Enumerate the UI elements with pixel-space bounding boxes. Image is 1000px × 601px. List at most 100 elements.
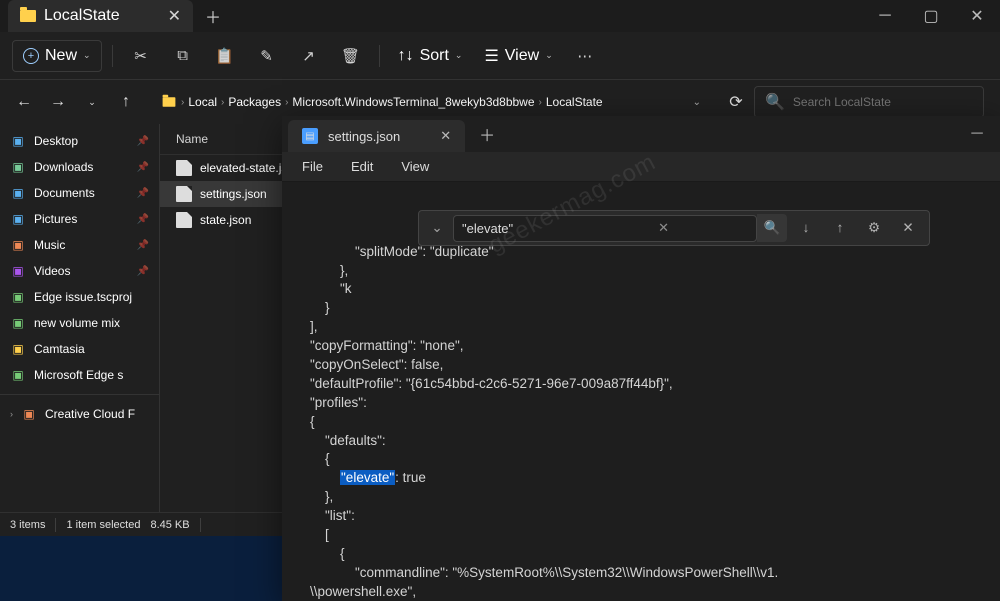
- sidebar-label: Videos: [34, 264, 70, 278]
- sidebar-label: Camtasia: [34, 342, 85, 356]
- chevron-right-icon: ›: [285, 97, 288, 108]
- new-button[interactable]: + New ⌄: [12, 40, 102, 72]
- sidebar-item[interactable]: ▣new volume mix: [0, 310, 159, 336]
- share-icon[interactable]: ↗: [291, 38, 327, 74]
- copy-icon[interactable]: ⧉: [165, 38, 201, 74]
- notepad-window: ▤ settings.json ✕ ＋ ─ File Edit View ⌄ ✕…: [282, 116, 1000, 601]
- new-tab-button[interactable]: ＋: [205, 4, 221, 28]
- column-name: Name: [176, 132, 208, 146]
- sidebar-item[interactable]: ▣Downloads📌: [0, 154, 159, 180]
- divider: [0, 394, 159, 395]
- sidebar-item[interactable]: ▣Microsoft Edge s: [0, 362, 159, 388]
- close-tab-icon[interactable]: ✕: [168, 6, 181, 26]
- file-icon: [176, 212, 192, 228]
- next-match-icon[interactable]: ↓: [791, 214, 821, 242]
- menu-view[interactable]: View: [389, 155, 441, 178]
- window-controls: ─: [954, 118, 1000, 150]
- notepad-menu: File Edit View: [282, 152, 1000, 182]
- sidebar-item[interactable]: ▣ Videos 📌: [0, 258, 159, 284]
- search-box[interactable]: 🔍: [754, 86, 984, 118]
- sort-icon: ↑↓: [398, 47, 414, 65]
- new-label: New: [45, 47, 77, 65]
- refresh-button[interactable]: ⟳: [720, 86, 752, 118]
- forward-button[interactable]: →: [42, 86, 74, 118]
- tab-title: settings.json: [328, 129, 400, 144]
- sidebar-item[interactable]: ▣Pictures📌: [0, 206, 159, 232]
- sidebar-label: Music: [34, 238, 65, 252]
- menu-edit[interactable]: Edit: [339, 155, 385, 178]
- editor[interactable]: ⌄ ✕ 🔍 ↓ ↑ ⚙ ✕ "splitMode": "duplicate" }…: [282, 182, 1000, 601]
- options-icon[interactable]: ⚙: [859, 214, 889, 242]
- close-find-icon[interactable]: ✕: [893, 214, 923, 242]
- file-name: state.json: [200, 213, 251, 227]
- search-icon[interactable]: 🔍: [757, 214, 787, 242]
- notepad-tab[interactable]: ▤ settings.json ✕: [288, 120, 465, 152]
- find-input[interactable]: [453, 215, 757, 242]
- folder-icon: ▣: [21, 406, 37, 422]
- search-highlight: "elevate": [340, 470, 395, 485]
- crumb[interactable]: LocalState: [546, 95, 603, 109]
- sort-label: Sort: [420, 47, 449, 65]
- video-icon: ▣: [10, 263, 26, 279]
- notepad-icon: ▤: [302, 128, 318, 144]
- file-icon: ▣: [10, 289, 26, 305]
- maximize-button[interactable]: ▢: [908, 0, 954, 32]
- sidebar-item[interactable]: ›▣Creative Cloud F: [0, 401, 159, 427]
- desktop-icon: ▣: [10, 133, 26, 149]
- sidebar-label: Desktop: [34, 134, 78, 148]
- folder-icon: [20, 10, 36, 22]
- pin-icon: 📌: [137, 162, 149, 173]
- prev-match-icon[interactable]: ↑: [825, 214, 855, 242]
- rename-icon[interactable]: ✎: [249, 38, 285, 74]
- picture-icon: ▣: [10, 211, 26, 227]
- sidebar-label: Creative Cloud F: [45, 407, 135, 421]
- sidebar-item[interactable]: ▣Desktop📌: [0, 128, 159, 154]
- back-button[interactable]: ←: [8, 86, 40, 118]
- minimize-button[interactable]: ─: [862, 0, 908, 32]
- explorer-toolbar: + New ⌄ ✂ ⧉ 📋 ✎ ↗ 🗑 ↑↓ Sort ⌄ ☰ View ⌄ ⋯: [0, 32, 1000, 80]
- close-tab-icon[interactable]: ✕: [440, 128, 451, 144]
- crumb[interactable]: Packages: [228, 95, 281, 109]
- file-icon: [176, 186, 192, 202]
- explorer-tab[interactable]: LocalState ✕: [8, 0, 193, 32]
- divider: [112, 45, 113, 67]
- breadcrumb[interactable]: › Local › Packages › Microsoft.WindowsTe…: [152, 86, 710, 118]
- notepad-titlebar: ▤ settings.json ✕ ＋ ─: [282, 116, 1000, 152]
- close-window-button[interactable]: ✕: [954, 0, 1000, 32]
- crumb[interactable]: Local: [188, 95, 217, 109]
- minimize-button[interactable]: ─: [954, 118, 1000, 150]
- sidebar: ▣Desktop📌▣Downloads📌▣Documents📌▣Pictures…: [0, 124, 160, 512]
- file-icon: [176, 160, 192, 176]
- sidebar-item[interactable]: ▣Music📌: [0, 232, 159, 258]
- sidebar-item[interactable]: ▣Documents📌: [0, 180, 159, 206]
- crumb[interactable]: Microsoft.WindowsTerminal_8wekyb3d8bbwe: [292, 95, 534, 109]
- more-button[interactable]: ⋯: [567, 38, 603, 74]
- sidebar-item[interactable]: ▣ Edge issue.tscproj: [0, 284, 159, 310]
- expand-icon[interactable]: ⌄: [425, 219, 449, 238]
- divider: [55, 518, 56, 532]
- delete-icon[interactable]: 🗑: [333, 38, 369, 74]
- sidebar-label: Pictures: [34, 212, 77, 226]
- pin-icon: 📌: [137, 240, 149, 251]
- chevron-right-icon: ›: [539, 97, 542, 108]
- file-icon: ▣: [10, 367, 26, 383]
- sort-button[interactable]: ↑↓ Sort ⌄: [390, 47, 471, 65]
- sidebar-label: Documents: [34, 186, 95, 200]
- new-tab-button[interactable]: ＋: [479, 122, 495, 146]
- menu-file[interactable]: File: [290, 155, 335, 178]
- clear-icon[interactable]: ✕: [658, 219, 669, 237]
- search-input[interactable]: [793, 95, 973, 109]
- sidebar-item[interactable]: ▣Camtasia: [0, 336, 159, 362]
- view-icon: ☰: [484, 46, 498, 66]
- cut-icon[interactable]: ✂: [123, 38, 159, 74]
- recent-button[interactable]: ⌄: [76, 86, 108, 118]
- sidebar-label: Downloads: [34, 160, 93, 174]
- paste-icon[interactable]: 📋: [207, 38, 243, 74]
- explorer-titlebar: LocalState ✕ ＋ ─ ▢ ✕: [0, 0, 1000, 32]
- sidebar-label: Edge issue.tscproj: [34, 290, 132, 304]
- view-button[interactable]: ☰ View ⌄: [476, 46, 560, 66]
- pin-icon: 📌: [137, 266, 149, 277]
- up-button[interactable]: ↑: [110, 86, 142, 118]
- chevron-down-icon[interactable]: ⌄: [693, 97, 701, 108]
- view-label: View: [505, 47, 539, 65]
